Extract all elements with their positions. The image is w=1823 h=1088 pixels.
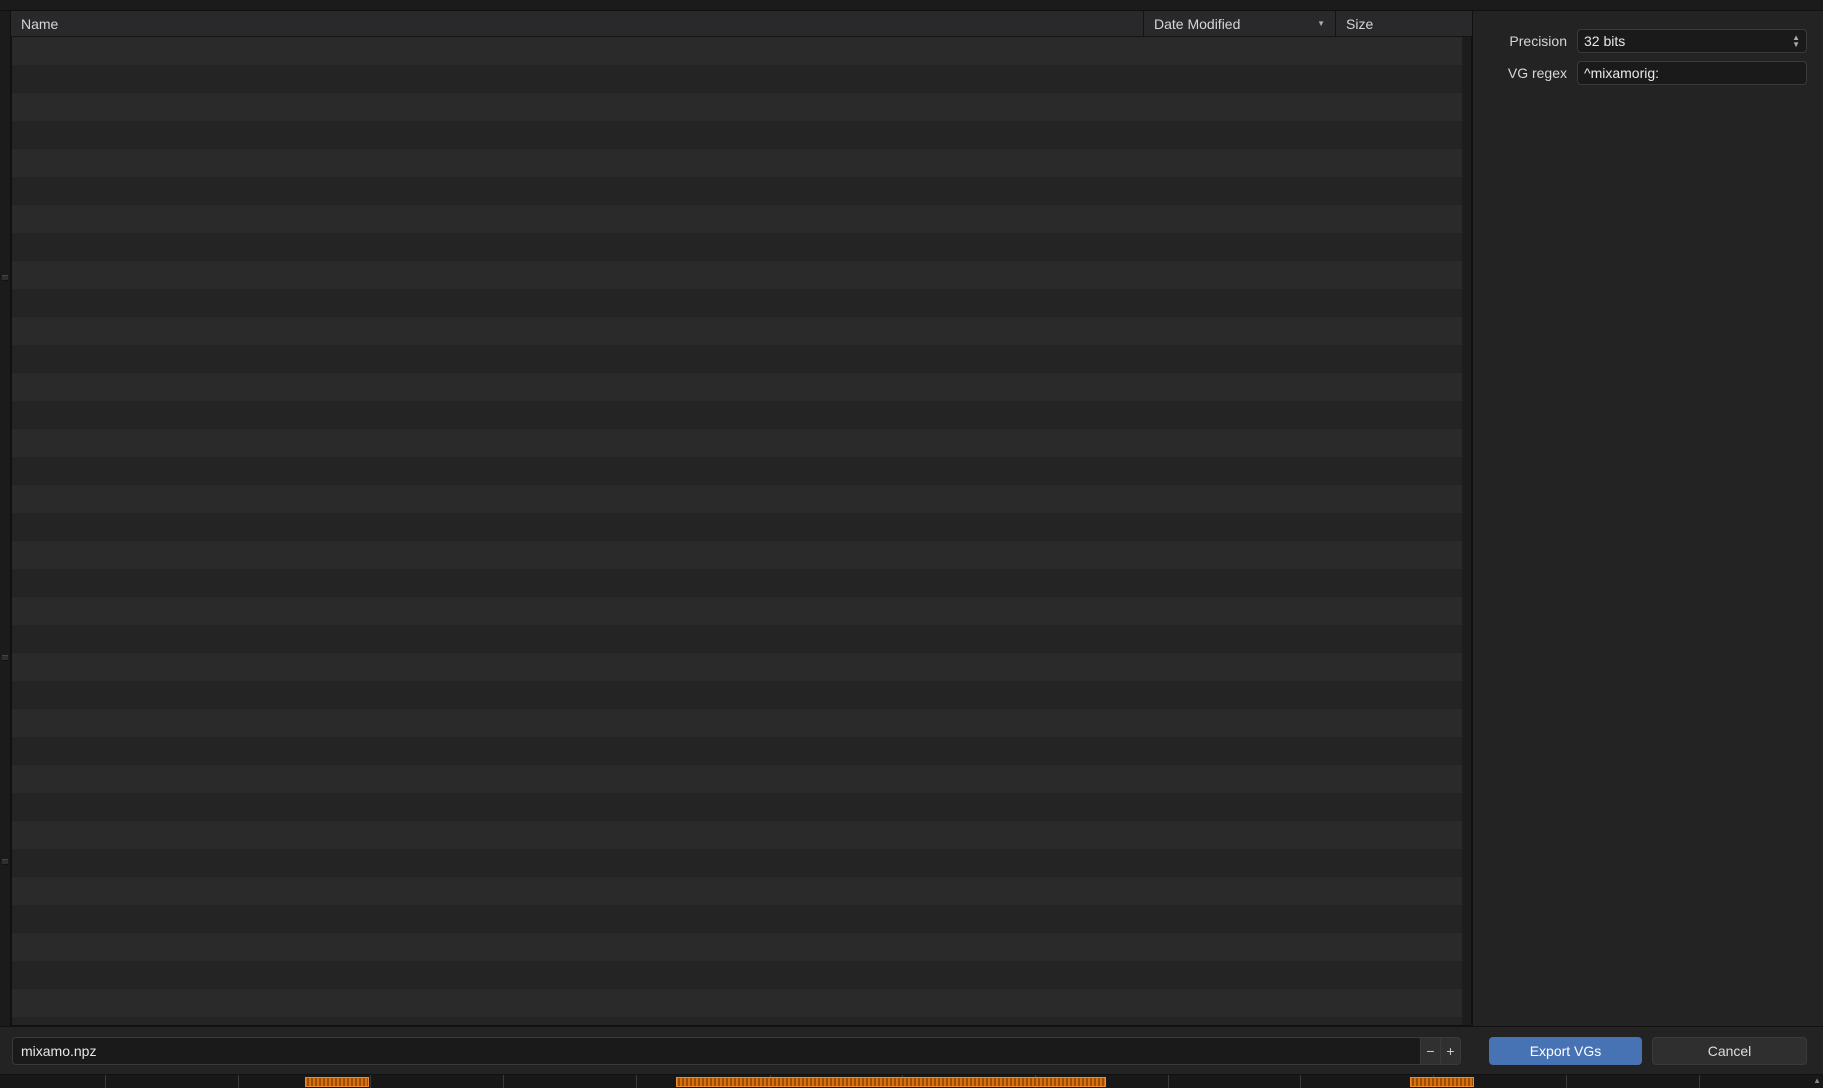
column-header-date-modified[interactable]: Date Modified ▼	[1144, 11, 1336, 36]
filename-decrement-button[interactable]: −	[1421, 1037, 1441, 1065]
filename-input[interactable]	[12, 1037, 1421, 1065]
precision-select-value: 32 bits	[1584, 33, 1625, 49]
export-options-panel: Precision 32 bits ▲▼ VG regex	[1473, 11, 1823, 1026]
filename-increment-button[interactable]: +	[1441, 1037, 1461, 1065]
chevrons-up-down-icon: ▲▼	[1792, 34, 1800, 48]
timeline-segment[interactable]	[305, 1077, 369, 1087]
filename-stepper: − +	[12, 1037, 1461, 1065]
column-header-size[interactable]: Size	[1336, 11, 1472, 36]
timeline-peek[interactable]: ▲	[0, 1074, 1823, 1088]
top-resize-strip[interactable]	[0, 0, 1823, 11]
precision-select[interactable]: 32 bits ▲▼	[1577, 29, 1807, 53]
file-list-scrollbar[interactable]	[1462, 37, 1471, 1025]
timeline-segment[interactable]	[1410, 1077, 1474, 1087]
timeline-segment[interactable]	[676, 1077, 1106, 1087]
sort-descending-icon: ▼	[1309, 19, 1325, 28]
export-button[interactable]: Export VGs	[1489, 1037, 1642, 1065]
vg-regex-input[interactable]	[1577, 61, 1807, 85]
file-browser-column-headers: Name Date Modified ▼ Size	[11, 11, 1472, 37]
chevron-up-icon[interactable]: ▲	[1813, 1076, 1821, 1085]
option-row-vg-regex: VG regex	[1489, 61, 1807, 85]
column-header-date-label: Date Modified	[1154, 16, 1240, 32]
left-resize-gutter[interactable]	[0, 11, 11, 1026]
cancel-button[interactable]: Cancel	[1652, 1037, 1807, 1065]
file-browser-panel: Name Date Modified ▼ Size	[11, 11, 1473, 1026]
file-list[interactable]	[11, 37, 1472, 1026]
vg-regex-label: VG regex	[1489, 65, 1567, 81]
column-header-name[interactable]: Name	[11, 11, 1144, 36]
precision-label: Precision	[1489, 33, 1567, 49]
footer-action-row: − + Export VGs Cancel	[0, 1026, 1823, 1074]
option-row-precision: Precision 32 bits ▲▼	[1489, 29, 1807, 53]
